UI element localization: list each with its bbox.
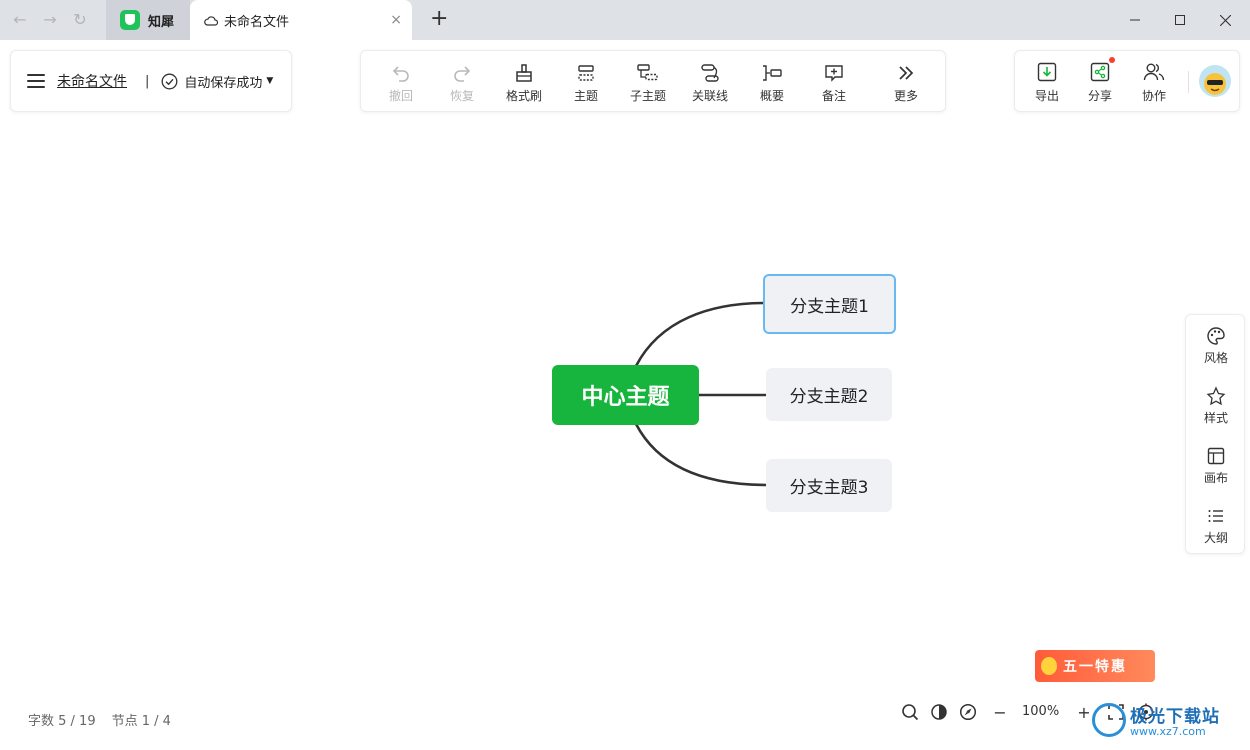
relation-line-icon [698, 62, 722, 84]
branch-topic-3[interactable]: 分支主题3 [766, 459, 892, 512]
canvas-icon [1205, 445, 1227, 467]
separator: | [145, 73, 150, 89]
summary-icon [760, 62, 784, 84]
central-topic[interactable]: 中心主题 [552, 365, 699, 425]
maximize-icon[interactable] [1170, 10, 1190, 30]
avatar[interactable] [1199, 65, 1231, 97]
share-button[interactable]: 分享 [1075, 51, 1125, 113]
browser-tab-bar: ← → ↻ 知犀 未命名文件 × + [0, 0, 1250, 40]
connector-branch-1 [634, 301, 766, 367]
main-toolbar: 撤回 恢复 格式刷 主题 子主题 关联线 概要 备注 更多 [360, 50, 946, 112]
zoom-out-button[interactable]: − [990, 702, 1010, 722]
style-theme-button[interactable]: 风格 [1186, 315, 1246, 375]
tab-app[interactable]: 知犀 [106, 0, 190, 40]
save-status-label: 自动保存成功 [184, 75, 263, 91]
watermark-title: 极光下载站 [1130, 707, 1220, 727]
locate-icon[interactable] [958, 702, 978, 722]
share-icon [1088, 57, 1115, 84]
summary-button[interactable]: 概要 [744, 51, 800, 113]
collaborate-button[interactable]: 协作 [1129, 51, 1179, 113]
summary-label: 概要 [759, 89, 784, 103]
note-button[interactable]: 备注 [806, 51, 862, 113]
close-window-icon[interactable] [1215, 10, 1235, 30]
export-label: 导出 [1034, 89, 1059, 103]
menu-icon[interactable] [27, 74, 45, 88]
style-icon [1205, 385, 1227, 407]
note-icon [822, 62, 846, 84]
undo-label: 撤回 [388, 89, 413, 103]
caret-down-icon: ▼ [266, 76, 274, 86]
undo-button[interactable]: 撤回 [373, 51, 429, 113]
outline-label: 大纲 [1203, 531, 1228, 545]
topic-button[interactable]: 主题 [558, 51, 614, 113]
zoom-in-button[interactable]: + [1074, 702, 1094, 722]
cloud-icon [204, 15, 218, 26]
export-button[interactable]: 导出 [1022, 51, 1072, 113]
palette-icon [1205, 325, 1227, 347]
minimize-icon[interactable] [1125, 10, 1145, 30]
watermark-url: www.xz7.com [1130, 725, 1206, 738]
canvas-button[interactable]: 画布 [1186, 435, 1246, 495]
subtopic-label: 子主题 [629, 89, 666, 103]
collaborate-label: 协作 [1141, 89, 1166, 103]
outline-icon [1205, 505, 1227, 527]
tab-app-label: 知犀 [148, 14, 175, 30]
mouse-mode-icon[interactable] [929, 702, 949, 722]
format-brush-icon [512, 62, 536, 84]
watermark: 极光下载站 www.xz7.com [1092, 698, 1242, 742]
relation-line-label: 关联线 [691, 89, 728, 103]
right-panel: 导出 分享 协作 [1014, 50, 1240, 112]
tab-document[interactable]: 未命名文件 × [190, 0, 412, 40]
redo-button[interactable]: 恢复 [434, 51, 490, 113]
file-name[interactable]: 未命名文件 [57, 71, 127, 91]
more-label: 更多 [893, 89, 918, 103]
collaborate-icon [1142, 60, 1166, 84]
palette-label: 风格 [1203, 351, 1228, 365]
notification-dot [1109, 57, 1115, 63]
note-label: 备注 [821, 89, 846, 103]
tab-document-label: 未命名文件 [224, 14, 290, 30]
branch-topic-2[interactable]: 分支主题2 [766, 368, 892, 421]
word-count: 字数 5 / 19 [28, 714, 96, 729]
topic-icon [574, 62, 598, 84]
undo-icon [389, 62, 413, 84]
promo-label: 五一特惠 [1063, 659, 1127, 675]
canvas-label: 画布 [1203, 471, 1228, 485]
close-tab-icon[interactable]: × [390, 12, 402, 28]
back-icon[interactable]: ← [10, 10, 30, 30]
node-count: 节点 1 / 4 [111, 714, 171, 729]
relation-line-button[interactable]: 关联线 [682, 51, 738, 113]
redo-icon [450, 62, 474, 84]
share-label: 分享 [1087, 89, 1112, 103]
new-tab-button[interactable]: + [430, 7, 448, 31]
status-bar: 字数 5 / 19 节点 1 / 4 [28, 710, 171, 729]
file-panel: 未命名文件 | 自动保存成功 ▼ [10, 50, 292, 112]
outline-button[interactable]: 大纲 [1186, 495, 1246, 555]
branch-topic-1[interactable]: 分支主题1 [763, 274, 896, 334]
megaphone-icon [1041, 657, 1057, 675]
connector-branch-3 [634, 423, 768, 487]
subtopic-button[interactable]: 子主题 [620, 51, 676, 113]
search-icon[interactable] [900, 702, 920, 722]
watermark-logo-icon [1092, 703, 1126, 737]
check-circle-icon [161, 73, 178, 89]
style-button[interactable]: 样式 [1186, 375, 1246, 435]
format-brush-button[interactable]: 格式刷 [496, 51, 552, 113]
more-icon [894, 62, 918, 84]
subtopic-icon [636, 62, 660, 84]
topic-label: 主题 [573, 89, 598, 103]
format-brush-label: 格式刷 [505, 89, 542, 103]
side-panel: 风格 样式 画布 大纲 [1185, 314, 1245, 554]
reload-icon[interactable]: ↻ [70, 10, 90, 30]
promo-banner[interactable]: 五一特惠 [1035, 650, 1155, 682]
more-button[interactable]: 更多 [878, 51, 934, 113]
forward-icon[interactable]: → [40, 10, 60, 30]
export-icon [1035, 60, 1059, 84]
divider [1188, 71, 1189, 93]
app-logo-icon [120, 10, 140, 30]
save-status-dropdown[interactable]: 自动保存成功 ▼ [161, 72, 273, 91]
zoom-level: 100% [1022, 704, 1060, 719]
redo-label: 恢复 [449, 89, 474, 103]
style-label: 样式 [1203, 411, 1228, 425]
